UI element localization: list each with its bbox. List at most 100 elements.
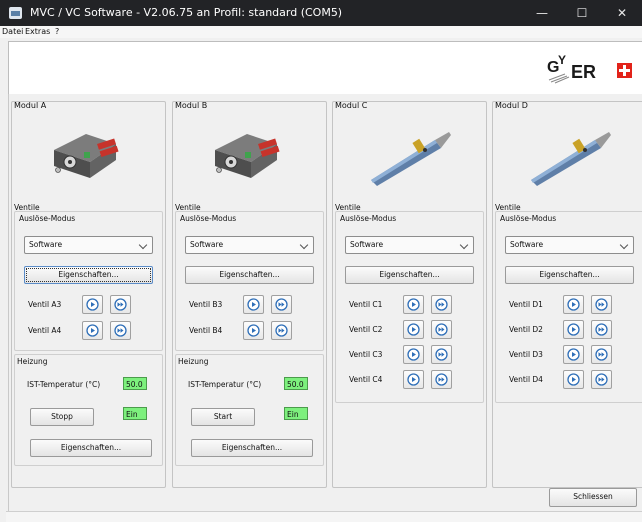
valve-label: Ventil C3: [349, 350, 383, 359]
heizung-label: Heizung: [17, 357, 48, 366]
title-bar: MVC / VC Software - V2.06.75 an Profil: …: [0, 0, 642, 26]
play-icon: [567, 373, 580, 386]
valve-label: Ventil C2: [349, 325, 383, 334]
valve-pulse-button[interactable]: [591, 320, 612, 339]
heizung-label: Heizung: [178, 357, 209, 366]
valve-pulse-button[interactable]: [591, 345, 612, 364]
heizung-toggle-button[interactable]: Start: [191, 408, 255, 426]
eigenschaften-button[interactable]: Eigenschaften...: [185, 266, 314, 284]
valve-pulse-button[interactable]: [431, 370, 452, 389]
play-icon: [567, 298, 580, 311]
valve-pulse-button[interactable]: [591, 370, 612, 389]
module-b: Modul B Ventile Auslöse-Modus Software E…: [172, 101, 327, 488]
play-icon: [86, 324, 99, 337]
valve-play-button[interactable]: [403, 320, 424, 339]
valve-label: Ventil D3: [509, 350, 543, 359]
ventile-panel: Auslöse-Modus Software Eigenschaften... …: [175, 211, 324, 351]
heizung-eigenschaften-button[interactable]: Eigenschaften...: [30, 439, 152, 457]
select-value: Software: [350, 240, 384, 249]
valve-label: Ventil A4: [28, 326, 62, 335]
ausloese-modus-select[interactable]: Software: [345, 236, 474, 254]
fast-forward-icon: [595, 373, 608, 386]
valve-pulse-button[interactable]: [591, 295, 612, 314]
valve-play-button[interactable]: [403, 295, 424, 314]
fast-forward-icon: [595, 348, 608, 361]
valve-play-button[interactable]: [403, 345, 424, 364]
valve-play-button[interactable]: [563, 345, 584, 364]
valve-play-button[interactable]: [82, 321, 103, 340]
ist-temperatur-label: IST-Temperatur (°C): [188, 380, 262, 389]
eigenschaften-button[interactable]: Eigenschaften...: [24, 266, 153, 284]
fast-forward-icon: [435, 348, 448, 361]
ventile-panel: Auslöse-Modus Software Eigenschaften... …: [14, 211, 163, 351]
eigenschaften-button[interactable]: Eigenschaften...: [345, 266, 474, 284]
app-icon: [9, 7, 22, 19]
minimize-button[interactable]: —: [522, 3, 562, 23]
schliessen-button[interactable]: Schliessen: [549, 488, 637, 507]
menu-extras[interactable]: Extras: [25, 26, 50, 38]
module-c-device-image: [371, 132, 451, 186]
valve-pulse-button[interactable]: [431, 320, 452, 339]
play-icon: [86, 298, 99, 311]
ist-temperatur-label: IST-Temperatur (°C): [27, 380, 101, 389]
play-icon: [567, 348, 580, 361]
window-title: MVC / VC Software - V2.06.75 an Profil: …: [30, 6, 343, 19]
close-window-button[interactable]: ✕: [602, 3, 642, 23]
play-icon: [567, 323, 580, 336]
module-title: Modul A: [14, 101, 47, 110]
menu-datei[interactable]: Datei: [2, 26, 23, 38]
valve-play-button[interactable]: [563, 295, 584, 314]
chevron-down-icon: [299, 240, 309, 250]
valve-label: Ventil C4: [349, 375, 383, 384]
valve-play-button[interactable]: [563, 370, 584, 389]
module-title: Modul C: [335, 101, 368, 110]
module-b-device-image: [215, 134, 280, 178]
play-icon: [407, 298, 420, 311]
geyger-logo: G Y ER: [547, 53, 632, 84]
eigenschaften-button[interactable]: Eigenschaften...: [505, 266, 634, 284]
heizung-toggle-button[interactable]: Stopp: [30, 408, 94, 426]
ausloese-modus-select[interactable]: Software: [185, 236, 314, 254]
play-icon: [407, 323, 420, 336]
heizung-eigenschaften-button[interactable]: Eigenschaften...: [191, 439, 313, 457]
menu-help[interactable]: ?: [55, 26, 59, 38]
module-d: Modul D Ventile Auslöse-Modus Software E…: [492, 101, 642, 488]
valve-pulse-button[interactable]: [110, 321, 131, 340]
ausloese-modus-label: Auslöse-Modus: [19, 214, 76, 223]
chevron-down-icon: [138, 240, 148, 250]
fast-forward-icon: [595, 298, 608, 311]
valve-play-button[interactable]: [82, 295, 103, 314]
valve-pulse-button[interactable]: [110, 295, 131, 314]
valve-play-button[interactable]: [243, 295, 264, 314]
valve-play-button[interactable]: [243, 321, 264, 340]
ausloese-modus-select[interactable]: Software: [505, 236, 634, 254]
temperature-value: 50.0: [123, 377, 147, 390]
valve-play-button[interactable]: [563, 320, 584, 339]
valve-pulse-button[interactable]: [271, 295, 292, 314]
menu-bar: Datei Extras ?: [0, 26, 642, 38]
select-value: Software: [190, 240, 224, 249]
select-value: Software: [29, 240, 63, 249]
maximize-button[interactable]: ☐: [562, 3, 602, 23]
valve-play-button[interactable]: [403, 370, 424, 389]
fast-forward-icon: [114, 298, 127, 311]
valve-pulse-button[interactable]: [431, 295, 452, 314]
valve-label: Ventil D2: [509, 325, 543, 334]
ausloese-modus-select[interactable]: Software: [24, 236, 153, 254]
heizung-state-indicator: Ein: [123, 407, 147, 420]
valve-pulse-button[interactable]: [271, 321, 292, 340]
valve-pulse-button[interactable]: [431, 345, 452, 364]
ventile-panel: Auslöse-Modus Software Eigenschaften... …: [495, 211, 642, 403]
heizung-panel: Heizung IST-Temperatur (°C) 50.0 Stopp E…: [14, 354, 163, 466]
module-title: Modul D: [495, 101, 528, 110]
fast-forward-icon: [595, 323, 608, 336]
module-d-device-image: [531, 132, 611, 186]
fast-forward-icon: [275, 298, 288, 311]
module-a-device-image: [54, 134, 119, 178]
ventile-panel: Auslöse-Modus Software Eigenschaften... …: [335, 211, 484, 403]
heizung-state-indicator: Ein: [284, 407, 308, 420]
valve-label: Ventil C1: [349, 300, 383, 309]
svg-text:ER: ER: [571, 62, 596, 82]
play-icon: [407, 373, 420, 386]
valve-label: Ventil B3: [189, 300, 223, 309]
